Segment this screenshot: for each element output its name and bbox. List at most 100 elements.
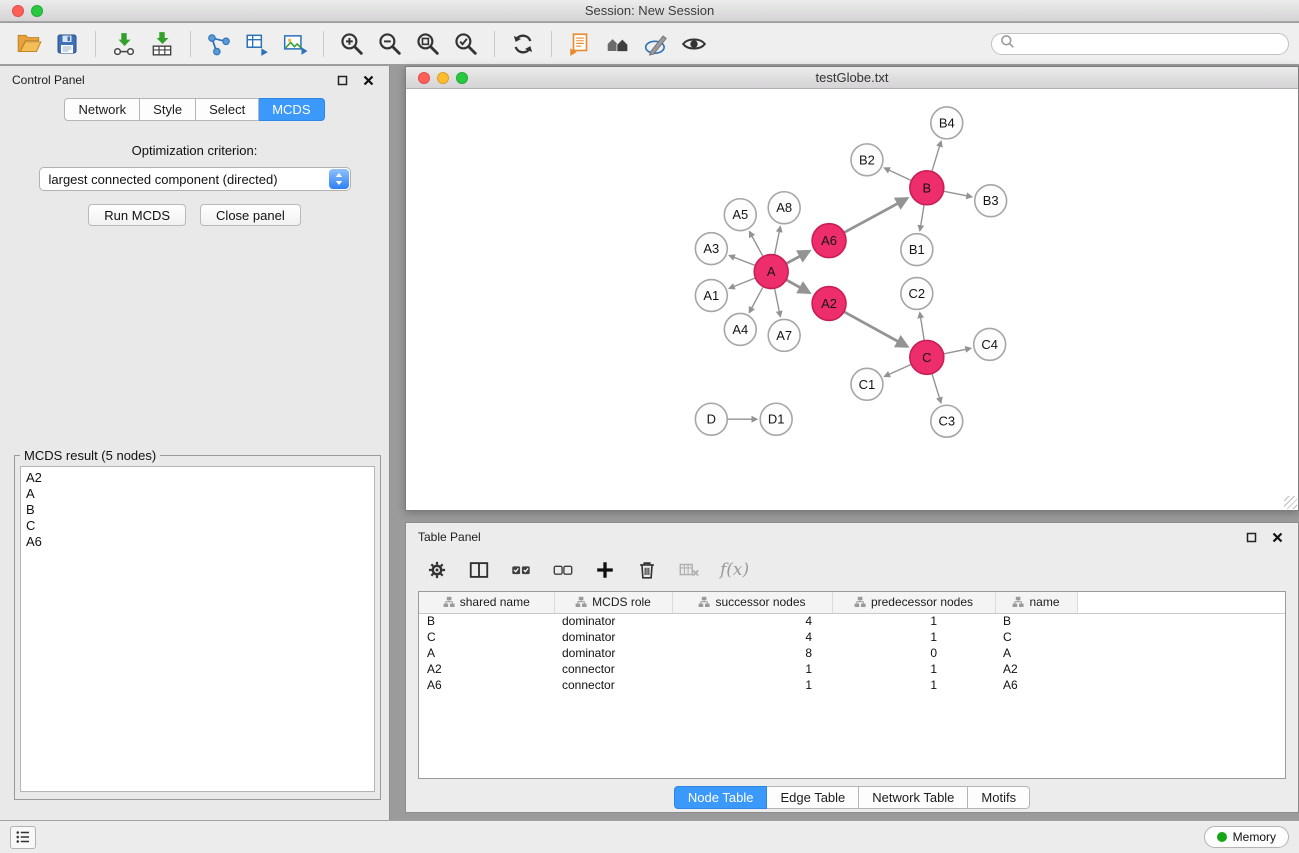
select-all-icon[interactable]: [510, 559, 532, 581]
graph-node-B2[interactable]: B2: [851, 144, 883, 176]
table-row[interactable]: Adominator80A: [419, 645, 1285, 661]
close-table-panel-icon[interactable]: [1268, 528, 1286, 546]
graph-node-A6[interactable]: A6: [812, 224, 846, 258]
table-cell[interactable]: B: [419, 613, 554, 629]
function-builder-icon[interactable]: f(x): [720, 560, 749, 580]
graph-node-C3[interactable]: C3: [931, 405, 963, 437]
table-tab-node-table[interactable]: Node Table: [674, 786, 768, 809]
graph-node-B4[interactable]: B4: [931, 107, 963, 139]
graph-edge-B-B2[interactable]: [885, 168, 911, 180]
graph-node-C2[interactable]: C2: [901, 278, 933, 310]
table-cell[interactable]: 4: [672, 613, 832, 629]
memory-button[interactable]: Memory: [1204, 826, 1289, 848]
delete-icon[interactable]: [636, 559, 658, 581]
table-cell[interactable]: A: [995, 645, 1077, 661]
graph-edge-A-A3[interactable]: [730, 256, 755, 266]
graph-node-B1[interactable]: B1: [901, 234, 933, 266]
add-icon[interactable]: [594, 559, 616, 581]
zoom-in-icon[interactable]: [333, 27, 371, 61]
table-cell[interactable]: A2: [995, 661, 1077, 677]
column-header-successor-nodes[interactable]: successor nodes: [672, 592, 832, 613]
graph-node-A2[interactable]: A2: [812, 287, 846, 321]
table-row[interactable]: A6connector11A6: [419, 677, 1285, 693]
graph-node-C4[interactable]: C4: [974, 328, 1006, 360]
graph-edge-A-A4[interactable]: [750, 287, 764, 312]
unselect-all-icon[interactable]: [552, 559, 574, 581]
import-network-icon[interactable]: [105, 27, 143, 61]
export-image-icon[interactable]: [276, 27, 314, 61]
clone-network-icon[interactable]: [238, 27, 276, 61]
graph-edge-A2-C[interactable]: [844, 312, 906, 346]
graph-node-A1[interactable]: A1: [695, 280, 727, 312]
task-history-icon[interactable]: [10, 826, 36, 849]
table-cell[interactable]: connector: [554, 661, 672, 677]
table-tab-edge-table[interactable]: Edge Table: [767, 786, 859, 809]
close-panel-icon[interactable]: [359, 71, 377, 89]
refresh-layout-icon[interactable]: [504, 27, 542, 61]
control-tab-select[interactable]: Select: [196, 98, 259, 121]
search-box[interactable]: [991, 33, 1289, 55]
gear-icon[interactable]: [426, 559, 448, 581]
graph-edge-A6-B[interactable]: [844, 199, 906, 232]
table-cell[interactable]: A: [419, 645, 554, 661]
table-tab-motifs[interactable]: Motifs: [968, 786, 1030, 809]
table-cell[interactable]: A2: [419, 661, 554, 677]
table-cell[interactable]: 1: [672, 661, 832, 677]
table-row[interactable]: Bdominator41B: [419, 613, 1285, 629]
zoom-out-icon[interactable]: [371, 27, 409, 61]
table-cell[interactable]: 1: [832, 629, 995, 645]
table-cell[interactable]: C: [995, 629, 1077, 645]
graph-node-B3[interactable]: B3: [975, 185, 1007, 217]
control-tab-network[interactable]: Network: [64, 98, 140, 121]
table-cell[interactable]: 1: [832, 661, 995, 677]
search-input[interactable]: [1015, 35, 1280, 52]
table-cell[interactable]: A6: [419, 677, 554, 693]
table-cell[interactable]: dominator: [554, 645, 672, 661]
column-header-mcds-role[interactable]: MCDS role: [554, 592, 672, 613]
column-header-predecessor-nodes[interactable]: predecessor nodes: [832, 592, 995, 613]
graph-edge-A-A6[interactable]: [786, 252, 808, 264]
zoom-selected-icon[interactable]: [447, 27, 485, 61]
graph-edge-C-C3[interactable]: [932, 374, 941, 403]
graph-node-A8[interactable]: A8: [768, 192, 800, 224]
column-header-shared-name[interactable]: shared name: [419, 592, 554, 613]
table-cell[interactable]: connector: [554, 677, 672, 693]
graph-edge-B-B1[interactable]: [920, 205, 924, 230]
graph-edge-A-A7[interactable]: [775, 288, 781, 316]
table-cell[interactable]: dominator: [554, 613, 672, 629]
table-cell[interactable]: A6: [995, 677, 1077, 693]
graph-node-A3[interactable]: A3: [695, 233, 727, 265]
criterion-dropdown[interactable]: largest connected component (directed): [39, 167, 351, 191]
table-cell[interactable]: 8: [672, 645, 832, 661]
column-header-name[interactable]: name: [995, 592, 1077, 613]
graph-edge-C-C1[interactable]: [885, 364, 911, 376]
graph-node-A5[interactable]: A5: [724, 199, 756, 231]
resize-grip[interactable]: [1284, 496, 1297, 509]
float-panel-icon[interactable]: [333, 71, 351, 89]
network-close-button[interactable]: [418, 72, 430, 84]
copy-network-icon[interactable]: [561, 27, 599, 61]
zoom-fit-icon[interactable]: [409, 27, 447, 61]
graph-node-D[interactable]: D: [695, 403, 727, 435]
network-zoom-button[interactable]: [456, 72, 468, 84]
table-cell[interactable]: 4: [672, 629, 832, 645]
table-cell[interactable]: dominator: [554, 629, 672, 645]
graph-edge-A-A8[interactable]: [775, 227, 781, 255]
close-window-button[interactable]: [12, 5, 24, 17]
graph-edge-B-B3[interactable]: [943, 191, 971, 197]
new-network-icon[interactable]: [200, 27, 238, 61]
graph-edge-A-A1[interactable]: [730, 278, 756, 288]
table-cell[interactable]: 1: [672, 677, 832, 693]
graph-node-D1[interactable]: D1: [760, 403, 792, 435]
graph-node-A[interactable]: A: [754, 255, 788, 289]
table-cell[interactable]: C: [419, 629, 554, 645]
table-cell[interactable]: B: [995, 613, 1077, 629]
graph-edge-C-C4[interactable]: [943, 348, 970, 354]
close-panel-button[interactable]: Close panel: [200, 204, 301, 226]
control-tab-mcds[interactable]: MCDS: [259, 98, 324, 121]
network-canvas[interactable]: B4B2BB3A5A8A6B1A3AC2A1A2A4A7C4CC1DD1C3: [406, 90, 1298, 510]
graph-node-A7[interactable]: A7: [768, 319, 800, 351]
graphics-details-icon[interactable]: [637, 27, 675, 61]
graph-node-C1[interactable]: C1: [851, 368, 883, 400]
run-mcds-button[interactable]: Run MCDS: [88, 204, 186, 226]
